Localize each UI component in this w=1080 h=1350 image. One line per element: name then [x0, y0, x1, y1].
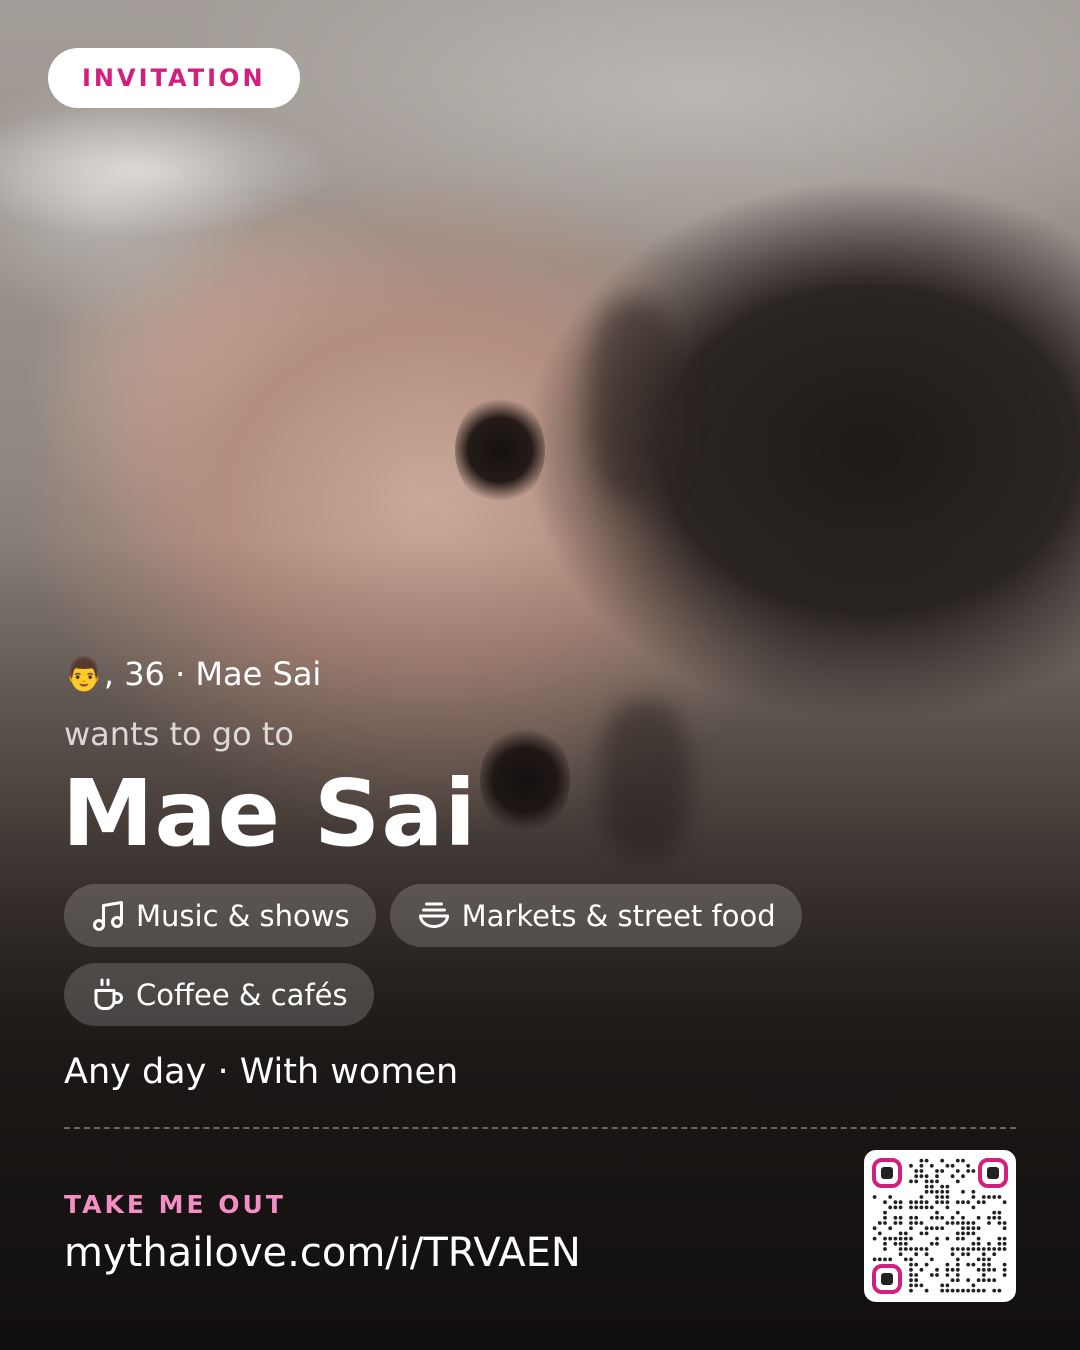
- qr-code[interactable]: [864, 1150, 1016, 1302]
- chip-label: Markets & street food: [461, 898, 776, 933]
- profile-meta: 👨, 36 · Mae Sai: [64, 655, 322, 693]
- availability-text: Any day · With women: [64, 1052, 459, 1092]
- wants-to-go-label: wants to go to: [64, 715, 294, 753]
- qr-code-icon: [872, 1158, 1008, 1294]
- chip-label: Coffee & cafés: [136, 977, 348, 1012]
- cta-label: TAKE ME OUT: [64, 1190, 286, 1219]
- food-bowl-icon: [418, 902, 449, 928]
- chip-label: Music & shows: [136, 898, 350, 933]
- coffee-cup-icon: [94, 978, 123, 1010]
- invitation-badge: INVITATION: [48, 48, 300, 108]
- interest-chips: Music & shows Markets & street food Coff…: [64, 884, 964, 1026]
- cta-link[interactable]: mythailove.com/i/TRVAEN: [64, 1230, 581, 1276]
- dashed-divider: [64, 1127, 1016, 1129]
- chip-markets-street-food[interactable]: Markets & street food: [389, 884, 802, 947]
- chip-music-shows[interactable]: Music & shows: [64, 884, 376, 947]
- chip-coffee-cafes[interactable]: Coffee & cafés: [64, 963, 374, 1026]
- music-note-icon: [93, 900, 123, 931]
- invitation-card: INVITATION 👨, 36 · Mae Sai wants to go t…: [0, 0, 1080, 1350]
- destination-title: Mae Sai: [62, 760, 477, 867]
- invitation-badge-label: INVITATION: [82, 64, 266, 92]
